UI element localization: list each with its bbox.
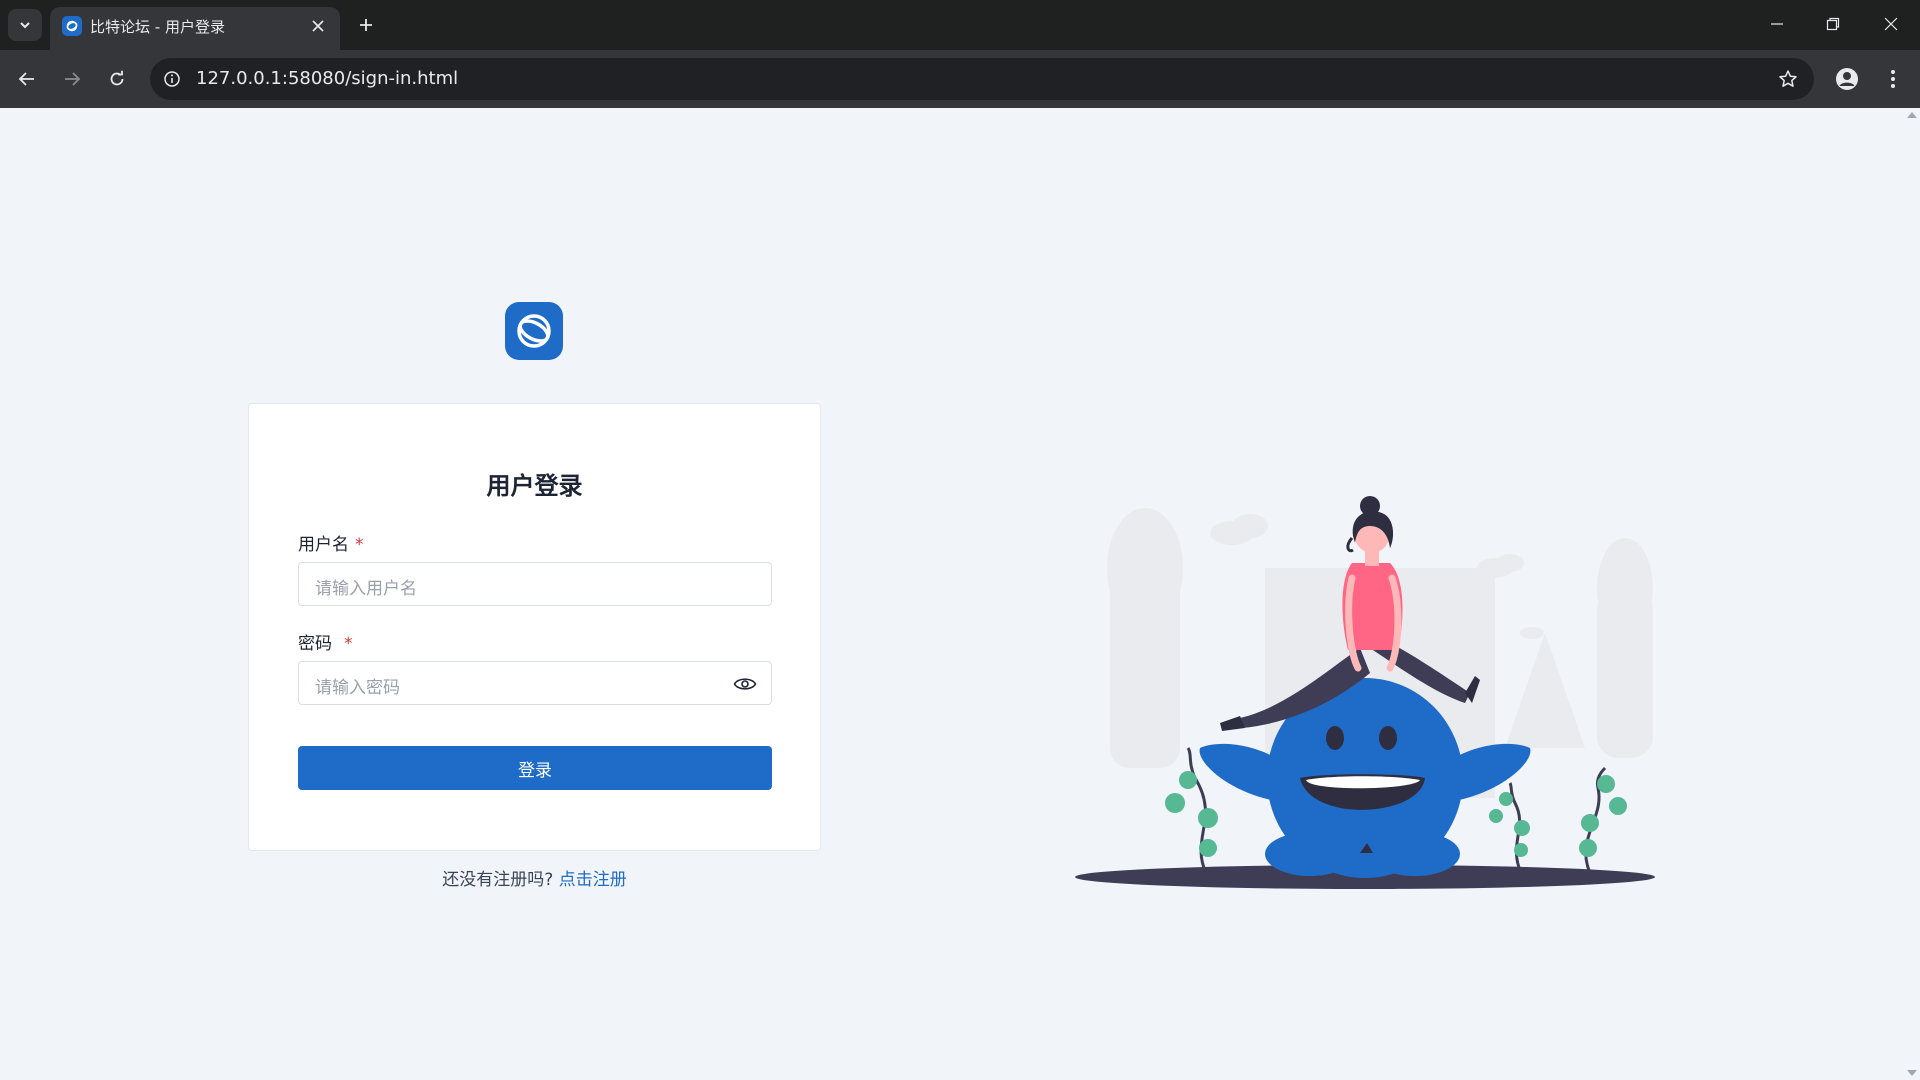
password-placeholder: 请输入密码 [315, 678, 400, 698]
close-icon [1884, 17, 1898, 31]
page-viewport: 用户登录 用户名 * 请输入用户名 密码 * 请输入密码 登录 还没有注册吗? 点击… [0, 108, 1920, 1080]
tab-search-button[interactable] [8, 9, 42, 41]
login-card: 用户登录 用户名 * 请输入用户名 密码 * 请输入密码 登录 [248, 403, 821, 851]
scroll-down-arrow[interactable] [1907, 1070, 1917, 1076]
page-scrollbar[interactable] [1904, 108, 1920, 1080]
close-window-button[interactable] [1862, 0, 1920, 48]
signup-prompt: 还没有注册吗? 点击注册 [442, 870, 627, 890]
scroll-up-arrow[interactable] [1907, 112, 1917, 118]
tab-title: 比特论坛 - 用户登录 [90, 18, 225, 36]
minimize-button[interactable] [1748, 0, 1806, 48]
profile-icon [1836, 68, 1858, 90]
close-icon [312, 20, 324, 32]
username-placeholder: 请输入用户名 [315, 579, 417, 599]
password-label: 密码 * [298, 634, 353, 654]
new-tab-button[interactable] [352, 11, 380, 39]
more-vert-icon [1891, 70, 1895, 88]
arrow-left-icon [18, 72, 34, 86]
browser-tabbar: 比特论坛 - 用户登录 [0, 0, 1920, 50]
chevron-down-icon [20, 22, 30, 29]
username-input[interactable]: 请输入用户名 [298, 562, 772, 606]
site-info-icon[interactable] [160, 67, 184, 91]
browser-tab-active[interactable]: 比特论坛 - 用户登录 [50, 7, 340, 50]
forward-button[interactable] [56, 63, 88, 95]
login-button[interactable]: 登录 [298, 746, 772, 790]
toggle-password-visibility[interactable] [733, 673, 757, 695]
profile-button[interactable] [1831, 63, 1863, 95]
site-favicon-icon [62, 16, 82, 36]
reload-button[interactable] [101, 63, 133, 95]
minimize-icon [1771, 23, 1783, 25]
reload-icon [110, 70, 124, 86]
address-bar[interactable]: 127.0.0.1:58080/sign-in.html [150, 58, 1814, 100]
browser-menu-button[interactable] [1877, 63, 1909, 95]
logo-icon [517, 314, 551, 348]
arrow-right-icon [65, 72, 81, 86]
site-logo [505, 302, 563, 360]
eye-icon [733, 678, 757, 690]
url-text: 127.0.0.1:58080/sign-in.html [196, 68, 459, 89]
required-mark: * [344, 634, 353, 654]
restore-button[interactable] [1804, 0, 1862, 48]
login-title: 用户登录 [486, 472, 583, 500]
hero-illustration [1075, 496, 1655, 889]
back-button[interactable] [11, 63, 43, 95]
browser-toolbar: 127.0.0.1:58080/sign-in.html [0, 50, 1920, 108]
star-icon [1779, 70, 1797, 87]
password-input[interactable]: 请输入密码 [298, 661, 772, 705]
tab-close-button[interactable] [306, 14, 330, 38]
restore-icon [1826, 17, 1840, 31]
required-mark: * [355, 535, 364, 555]
signup-link[interactable]: 点击注册 [559, 870, 627, 890]
bookmark-star-button[interactable] [1776, 67, 1800, 91]
plus-icon [360, 19, 372, 31]
username-label: 用户名 * [298, 535, 364, 555]
